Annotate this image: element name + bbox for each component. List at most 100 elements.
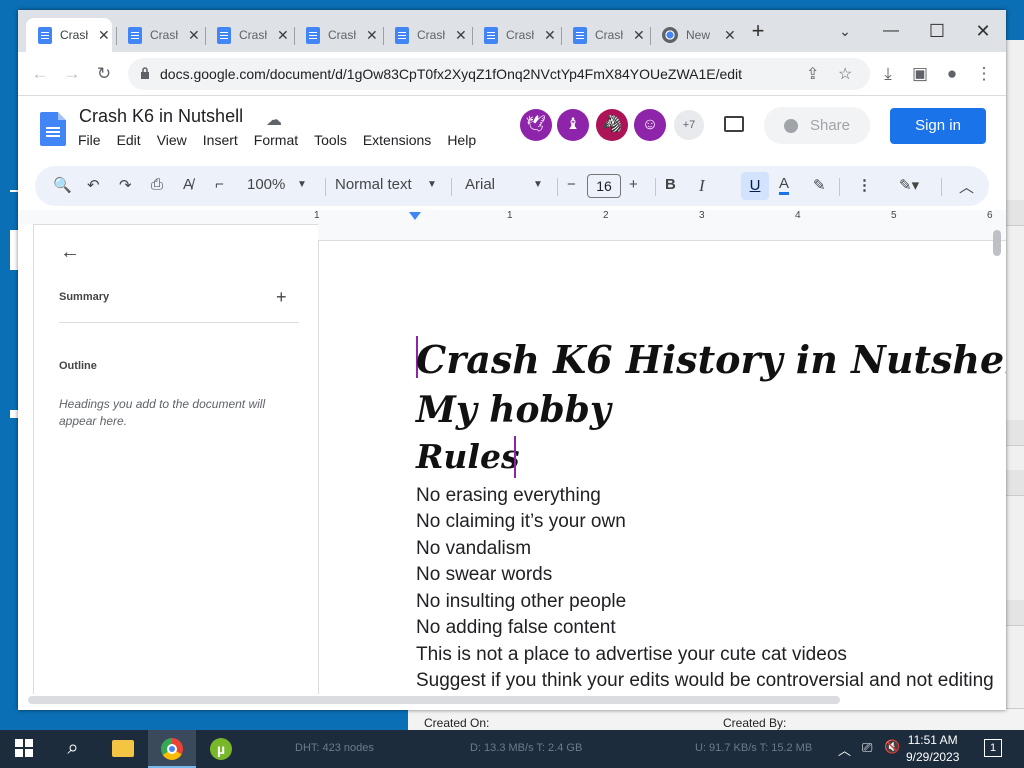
heading-rules[interactable]: Rules [416,437,520,476]
text-line[interactable]: No claiming it’s your own [416,511,626,533]
side-panel-icon[interactable]: ▣ [908,63,932,85]
close-icon[interactable]: ✕ [455,27,467,44]
more-options-icon[interactable]: ⋮ [857,176,872,194]
back-icon[interactable]: ← [28,63,52,85]
minimize-button[interactable]: — [868,16,914,46]
tab-4[interactable]: Crash ✕ [383,18,471,52]
text-line[interactable]: No vandalism [416,538,531,560]
share-page-icon[interactable]: ⇪ [806,64,819,84]
tab-search-icon[interactable]: ⌄ [822,16,868,46]
print-icon[interactable]: ⎙ [151,176,163,193]
system-clock[interactable]: 11:51 AM 9/29/2023 [906,732,959,766]
chrome-taskbar-button[interactable] [148,730,196,768]
add-summary-icon[interactable]: + [276,287,287,308]
volume-muted-icon[interactable]: 🔇 [884,739,900,755]
paint-format-icon[interactable]: ⌐ [215,176,224,193]
document-page[interactable]: Crash K6 History in Nutshell My hobby Ru… [318,240,1006,694]
menu-format[interactable]: Format [254,132,298,148]
tab-5[interactable]: Crash ✕ [472,18,560,52]
ruler-mark: 2 [603,210,609,221]
search-menus-icon[interactable]: 🔍 [53,176,72,194]
reload-icon[interactable]: ↻ [92,63,116,85]
back-arrow-icon[interactable]: ← [60,241,80,264]
document-title[interactable]: Crash K6 in Nutshell [79,106,243,127]
tab-6[interactable]: Crash ✕ [561,18,649,52]
ruler[interactable]: 1 1 2 3 4 5 6 [18,210,1006,224]
share-button[interactable]: Share [764,107,870,144]
network-icon[interactable]: ⎚ [862,740,872,756]
close-icon[interactable]: ✕ [366,27,378,44]
close-icon[interactable]: ✕ [98,27,110,44]
menu-file[interactable]: File [78,132,101,148]
collaborator-avatar[interactable]: 🦓 [596,109,628,141]
underline-button[interactable]: U [741,172,769,200]
text-color-button[interactable]: A [779,176,790,195]
vertical-scrollbar[interactable] [993,230,1001,256]
address-bar[interactable]: docs.google.com/document/d/1gOw83CpT0fx2… [128,58,870,90]
tab-2[interactable]: Crash ✕ [205,18,293,52]
close-icon[interactable]: ✕ [188,27,200,44]
comment-history-icon[interactable] [724,116,744,132]
divider [59,322,299,323]
close-window-button[interactable]: ✕ [960,16,1006,46]
text-line[interactable]: No erasing everything [416,485,601,507]
new-tab-button[interactable]: + [746,16,770,46]
collaborator-avatar[interactable]: ☺ [634,109,666,141]
menu-extensions[interactable]: Extensions [363,132,431,148]
profile-icon[interactable]: ● [940,63,964,85]
menu-edit[interactable]: Edit [117,132,141,148]
windows-start-button[interactable] [10,739,38,768]
highlight-icon[interactable]: ✎ [813,176,826,194]
paragraph-style-select[interactable]: Normal text [335,176,412,193]
spellcheck-icon[interactable]: A̸ [183,176,193,193]
close-icon[interactable]: ✕ [633,27,645,44]
bookmark-star-icon[interactable]: ☆ [838,64,852,84]
editing-mode-icon[interactable]: ✎▾ [899,176,919,194]
close-icon[interactable]: ✕ [277,27,289,44]
redo-icon[interactable]: ↷ [119,176,132,194]
increase-font-size-icon[interactable]: + [629,176,638,193]
collaborator-avatar[interactable]: 🕊 [520,109,552,141]
more-collaborators-badge[interactable]: +7 [674,110,704,140]
heading-hobby[interactable]: My hobby [416,389,611,431]
zoom-select[interactable]: 100% [247,176,285,193]
text-line[interactable]: Suggest if you think your edits would be… [416,670,994,692]
close-icon[interactable]: ✕ [724,27,736,44]
menu-tools[interactable]: Tools [314,132,347,148]
notification-center-badge[interactable]: 1 [984,739,1002,757]
menu-insert[interactable]: Insert [203,132,238,148]
indent-marker[interactable] [409,212,421,220]
text-line[interactable]: No adding false content [416,617,616,639]
download-icon[interactable]: ⤓ [876,63,900,85]
tab-1[interactable]: Crash ✕ [116,18,204,52]
bold-button[interactable]: B [665,176,676,193]
cloud-status-icon[interactable]: ☁ [266,110,282,130]
italic-button[interactable]: I [699,176,705,196]
maximize-button[interactable]: ☐ [914,16,960,46]
utorrent-icon[interactable]: µ [206,738,236,768]
forward-icon[interactable]: → [60,63,84,85]
tab-3[interactable]: Crash ✕ [294,18,382,52]
menu-help[interactable]: Help [447,132,476,148]
docs-logo-icon[interactable] [40,112,66,146]
tab-0[interactable]: Crash ✕ [26,18,112,52]
collaborator-avatar[interactable]: ♝ [557,109,589,141]
text-line[interactable]: No swear words [416,564,552,586]
font-size-input[interactable]: 16 [587,174,621,198]
undo-icon[interactable]: ↶ [87,176,100,194]
browser-menu-icon[interactable]: ⋮ [972,63,996,85]
tray-chevron-icon[interactable]: ︿ [838,740,851,759]
search-icon[interactable]: ⌕ [58,737,88,768]
heading-title[interactable]: Crash K6 History in Nutshell [416,337,1006,382]
file-explorer-icon[interactable] [108,738,138,768]
decrease-font-size-icon[interactable]: − [567,176,576,193]
close-icon[interactable]: ✕ [544,27,556,44]
tab-7[interactable]: New ✕ [650,18,738,52]
hide-menus-icon[interactable]: ︿ [959,176,974,197]
font-select[interactable]: Arial [465,176,495,193]
menu-view[interactable]: View [157,132,187,148]
sign-in-button[interactable]: Sign in [890,108,986,144]
text-line[interactable]: This is not a place to advertise your cu… [416,644,847,666]
horizontal-scrollbar[interactable] [28,696,840,704]
text-line[interactable]: No insulting other people [416,591,626,613]
